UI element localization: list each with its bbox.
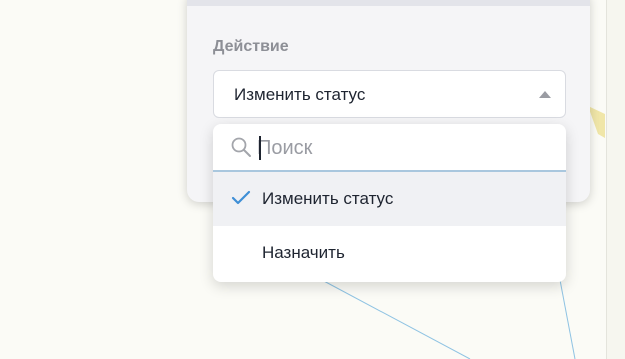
- action-select[interactable]: Изменить статус: [213, 70, 566, 118]
- checkmark-icon: [231, 190, 251, 205]
- canvas-node-edge: [588, 106, 605, 138]
- panel-header-bar: [187, 0, 590, 6]
- connector-line: [321, 279, 471, 359]
- search-icon: [231, 137, 251, 157]
- dropdown-search: [213, 124, 566, 172]
- option-assign[interactable]: Назначить: [213, 226, 566, 280]
- action-dropdown: Изменить статус Назначить: [213, 124, 566, 282]
- text-cursor: [259, 136, 261, 160]
- chevron-up-icon: [539, 91, 551, 98]
- action-select-value: Изменить статус: [234, 85, 366, 104]
- connector-line: [559, 279, 576, 359]
- option-label: Назначить: [262, 243, 345, 262]
- search-input[interactable]: [257, 134, 547, 162]
- option-label: Изменить статус: [262, 189, 394, 208]
- action-field-label: Действие: [213, 38, 289, 55]
- option-change-status[interactable]: Изменить статус: [213, 172, 566, 226]
